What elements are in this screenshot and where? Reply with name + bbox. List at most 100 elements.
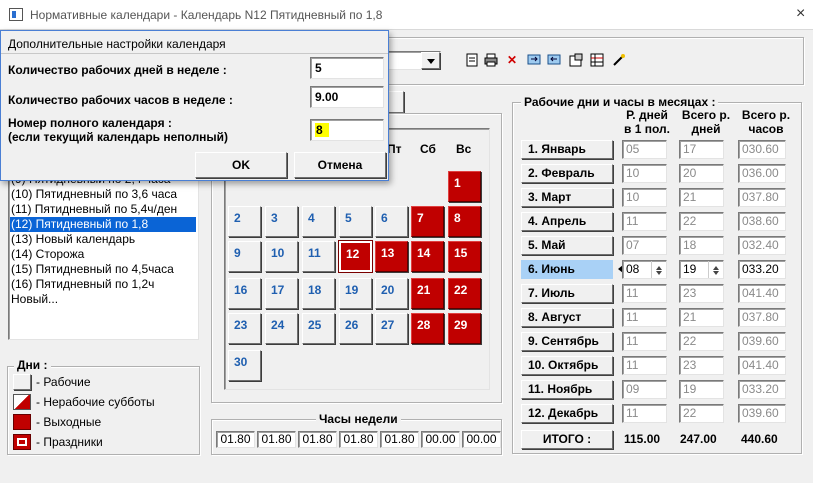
week-hour-field[interactable]: 01.80 (298, 431, 337, 448)
month-days-total-field[interactable]: 22 (679, 332, 724, 351)
list-item[interactable]: (10) Пятидневный по 3,6 часа (10, 187, 196, 202)
calendar-day[interactable]: 23 (228, 313, 261, 344)
month-days-half-field[interactable]: 05 (622, 140, 667, 159)
full-calendar-input[interactable]: 8 (310, 119, 384, 141)
calendar-day[interactable]: 21 (411, 278, 444, 309)
month-days-half-field[interactable]: 10 (622, 164, 667, 183)
calendar-day[interactable]: 26 (339, 313, 372, 344)
calendar-day[interactable]: 8 (448, 206, 481, 237)
month-button[interactable]: 9. Сентябрь (521, 332, 613, 351)
ok-button[interactable]: OK (195, 152, 287, 178)
month-button[interactable]: 2. Февраль (521, 164, 613, 183)
month-hours-total-field[interactable]: 037.80 (738, 188, 786, 207)
list-item[interactable]: Новый... (10, 292, 196, 307)
month-days-total-field[interactable]: 20 (679, 164, 724, 183)
month-button[interactable]: 4. Апрель (521, 212, 613, 231)
month-button[interactable]: 12. Декабрь (521, 404, 613, 423)
calendar-day[interactable]: 10 (265, 241, 298, 272)
calendar-day[interactable]: 24 (265, 313, 298, 344)
spinner-icon[interactable] (708, 261, 723, 278)
month-days-total-field[interactable]: 17 (679, 140, 724, 159)
calendar-day[interactable]: 9 (228, 241, 261, 272)
print-icon[interactable] (484, 53, 498, 67)
list-item[interactable]: (14) Сторожа (10, 247, 196, 262)
month-days-half-field[interactable]: 09 (622, 380, 667, 399)
calendar-day[interactable]: 19 (339, 278, 372, 309)
list-item[interactable]: (15) Пятидневный по 4,5часа (10, 262, 196, 277)
week-hour-field[interactable]: 00.00 (462, 431, 501, 448)
list-item[interactable]: (13) Новый календарь (10, 232, 196, 247)
calendar-day[interactable]: 30 (228, 350, 261, 381)
calendar-day[interactable]: 14 (411, 241, 444, 272)
month-days-total-field[interactable]: 19 (679, 380, 724, 399)
calendar-day[interactable]: 27 (375, 313, 408, 344)
month-button[interactable]: 8. Август (521, 308, 613, 327)
month-days-half-field[interactable]: 11 (622, 332, 667, 351)
spinner-icon[interactable] (651, 261, 666, 278)
new-document-icon[interactable] (465, 53, 479, 67)
calendar-day[interactable]: 25 (302, 313, 335, 344)
calendar-day[interactable]: 4 (302, 206, 335, 237)
month-hours-total-field[interactable]: 036.00 (738, 164, 786, 183)
calendar-day[interactable]: 18 (302, 278, 335, 309)
week-hour-field[interactable]: 01.80 (380, 431, 419, 448)
month-button[interactable]: 3. Март (521, 188, 613, 207)
delete-icon[interactable]: ✕ (505, 53, 519, 67)
calendar-day[interactable]: 17 (265, 278, 298, 309)
list-item[interactable]: (16) Пятидневный по 1,2ч (10, 277, 196, 292)
calendar-day[interactable]: 13 (375, 241, 408, 272)
workdays-input[interactable]: 5 (310, 57, 384, 79)
month-days-half-field[interactable]: 11 (622, 284, 667, 303)
month-days-half-field[interactable]: 11 (622, 308, 667, 327)
close-icon[interactable]: × (796, 5, 805, 23)
month-days-total-field[interactable]: 23 (679, 284, 724, 303)
week-hour-field[interactable]: 01.80 (257, 431, 296, 448)
calendar-day[interactable]: 7 (411, 206, 444, 237)
export-icon[interactable] (527, 53, 541, 67)
calendar-day[interactable]: 15 (448, 241, 481, 272)
chevron-down-icon[interactable] (421, 52, 440, 69)
calendar-day[interactable]: 22 (448, 278, 481, 309)
month-hours-total-field[interactable]: 041.40 (738, 284, 786, 303)
month-hours-total-field[interactable]: 032.40 (738, 236, 786, 255)
month-days-total-field[interactable]: 23 (679, 356, 724, 375)
calendar-day[interactable]: 6 (375, 206, 408, 237)
month-days-half-field[interactable]: 07 (622, 236, 667, 255)
month-days-total-field[interactable]: 21 (679, 188, 724, 207)
list-item[interactable]: (11) Пятидневный по 5,4ч/ден (10, 202, 196, 217)
calendar-day[interactable]: 2 (228, 206, 261, 237)
month-days-total-field[interactable]: 21 (679, 308, 724, 327)
month-hours-total-field[interactable]: 041.40 (738, 356, 786, 375)
month-hours-total-field[interactable]: 038.60 (738, 212, 786, 231)
calendar-day[interactable]: 5 (339, 206, 372, 237)
week-hour-field[interactable]: 01.80 (339, 431, 378, 448)
calendar-day[interactable]: 20 (375, 278, 408, 309)
calendar-day[interactable]: 3 (265, 206, 298, 237)
month-days-half-field[interactable]: 11 (622, 404, 667, 423)
month-button[interactable]: 11. Ноябрь (521, 380, 613, 399)
month-hours-total-field[interactable]: 033.20 (738, 380, 786, 399)
cancel-button[interactable]: Отмена (294, 152, 386, 178)
month-days-half-field[interactable]: 11 (622, 356, 667, 375)
week-hour-field[interactable]: 00.00 (421, 431, 460, 448)
month-hours-total-field[interactable]: 039.60 (738, 404, 786, 423)
month-button[interactable]: 7. Июль (521, 284, 613, 303)
import-icon[interactable] (547, 53, 561, 67)
magic-wand-icon[interactable] (612, 53, 626, 67)
calendar-day[interactable]: 12 (338, 240, 373, 273)
calendar-day[interactable]: 29 (448, 313, 481, 344)
month-hours-total-field[interactable]: 037.80 (738, 308, 786, 327)
month-hours-total-field[interactable]: 033.20 (738, 260, 786, 279)
month-button[interactable]: 10. Октябрь (521, 356, 613, 375)
week-hour-field[interactable]: 01.80 (216, 431, 255, 448)
month-button[interactable]: 5. Май (521, 236, 613, 255)
month-hours-total-field[interactable]: 030.60 (738, 140, 786, 159)
month-hours-total-field[interactable]: 039.60 (738, 332, 786, 351)
calendar-day[interactable]: 1 (448, 171, 481, 202)
workhours-input[interactable]: 9.00 (310, 86, 384, 108)
calendar-day[interactable]: 16 (228, 278, 261, 309)
table-icon[interactable] (590, 53, 604, 67)
month-days-total-field[interactable]: 22 (679, 212, 724, 231)
properties-icon[interactable] (569, 53, 583, 67)
month-days-half-field[interactable]: 11 (622, 212, 667, 231)
